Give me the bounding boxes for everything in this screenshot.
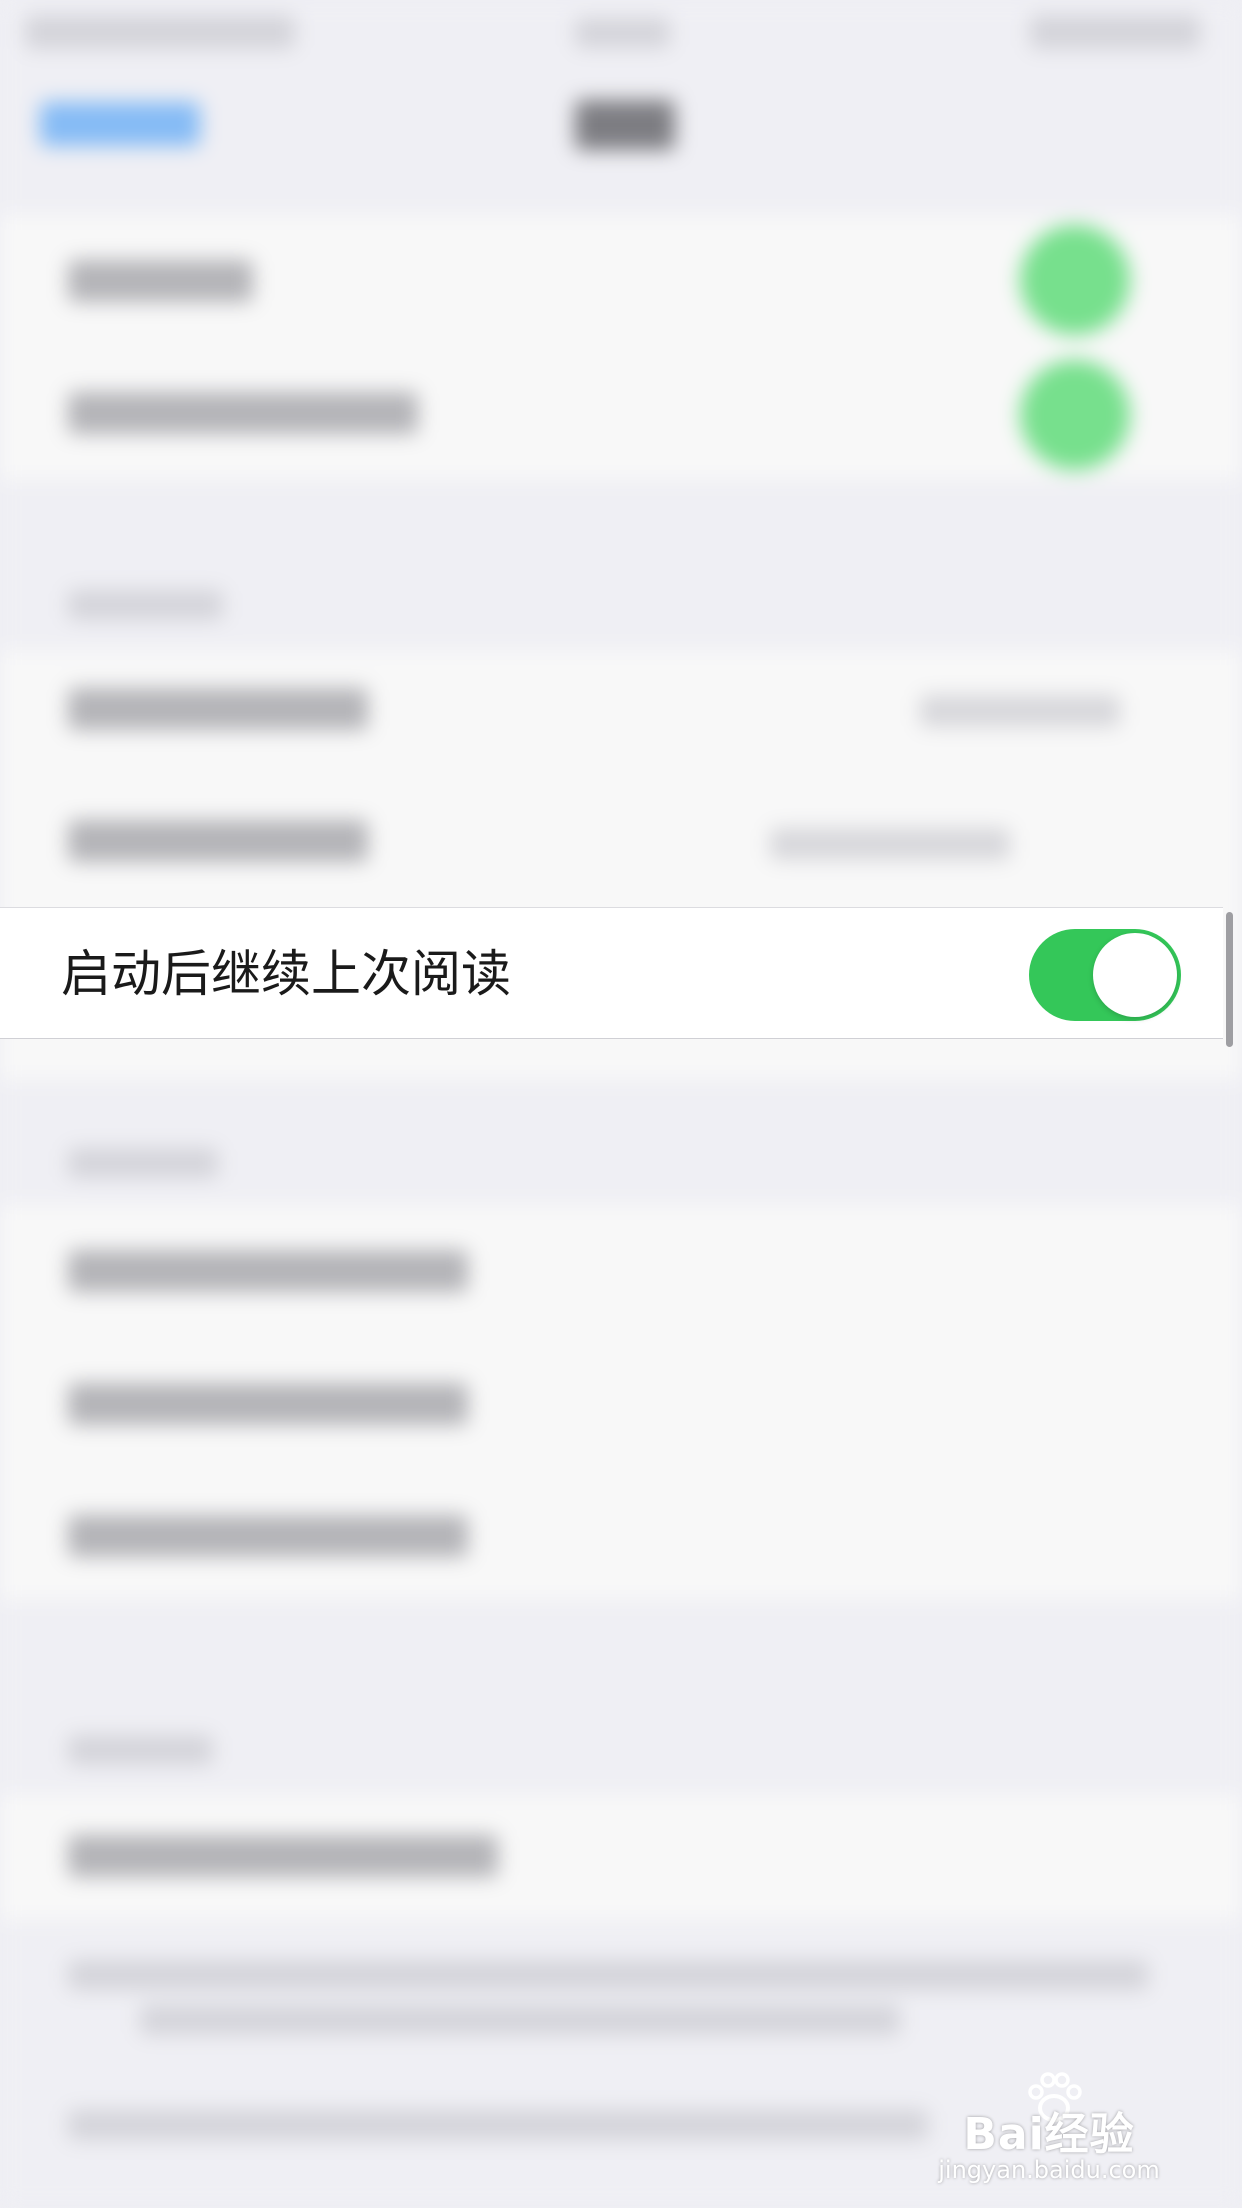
blurred-footer-text	[68, 2110, 928, 2140]
blurred-back-button	[40, 102, 200, 146]
blurred-row-label	[68, 1835, 498, 1877]
toggle-knob	[1093, 933, 1177, 1017]
blurred-nav-title	[575, 100, 675, 150]
resume-last-reading-label: 启动后继续上次阅读	[61, 945, 511, 1003]
blurred-row-value	[920, 695, 1120, 727]
blurred-footer-text	[68, 1960, 1148, 1990]
watermark-main-text: Bai经验	[963, 2109, 1135, 2160]
blurred-row-label	[68, 260, 253, 302]
blurred-row-label	[68, 820, 368, 862]
blurred-section-header	[68, 1148, 218, 1178]
watermark-url: jingyan.baidu.com	[938, 2156, 1160, 2184]
blurred-row-label	[68, 688, 368, 730]
blurred-toggle	[1020, 225, 1130, 335]
blurred-row-label	[68, 1515, 468, 1557]
status-bar-right	[1030, 15, 1200, 49]
blurred-row-label	[68, 392, 418, 434]
resume-last-reading-toggle[interactable]	[1029, 929, 1181, 1021]
blurred-row-value	[770, 828, 1010, 860]
status-bar-time	[575, 18, 670, 48]
blurred-footer-text	[140, 2005, 900, 2035]
blurred-toggle	[1020, 360, 1130, 470]
blurred-section-header	[68, 590, 223, 620]
status-bar-left	[25, 15, 295, 49]
blurred-row-label	[68, 1383, 468, 1425]
resume-last-reading-row: 启动后继续上次阅读	[0, 907, 1223, 1039]
blurred-section-header	[68, 1735, 213, 1765]
blurred-row-label	[68, 1250, 468, 1292]
blurred-background	[0, 0, 1242, 2208]
scrollbar	[1226, 912, 1233, 1047]
baidu-jingyan-watermark: Bai经验 jingyan.baidu.com	[924, 2068, 1174, 2188]
